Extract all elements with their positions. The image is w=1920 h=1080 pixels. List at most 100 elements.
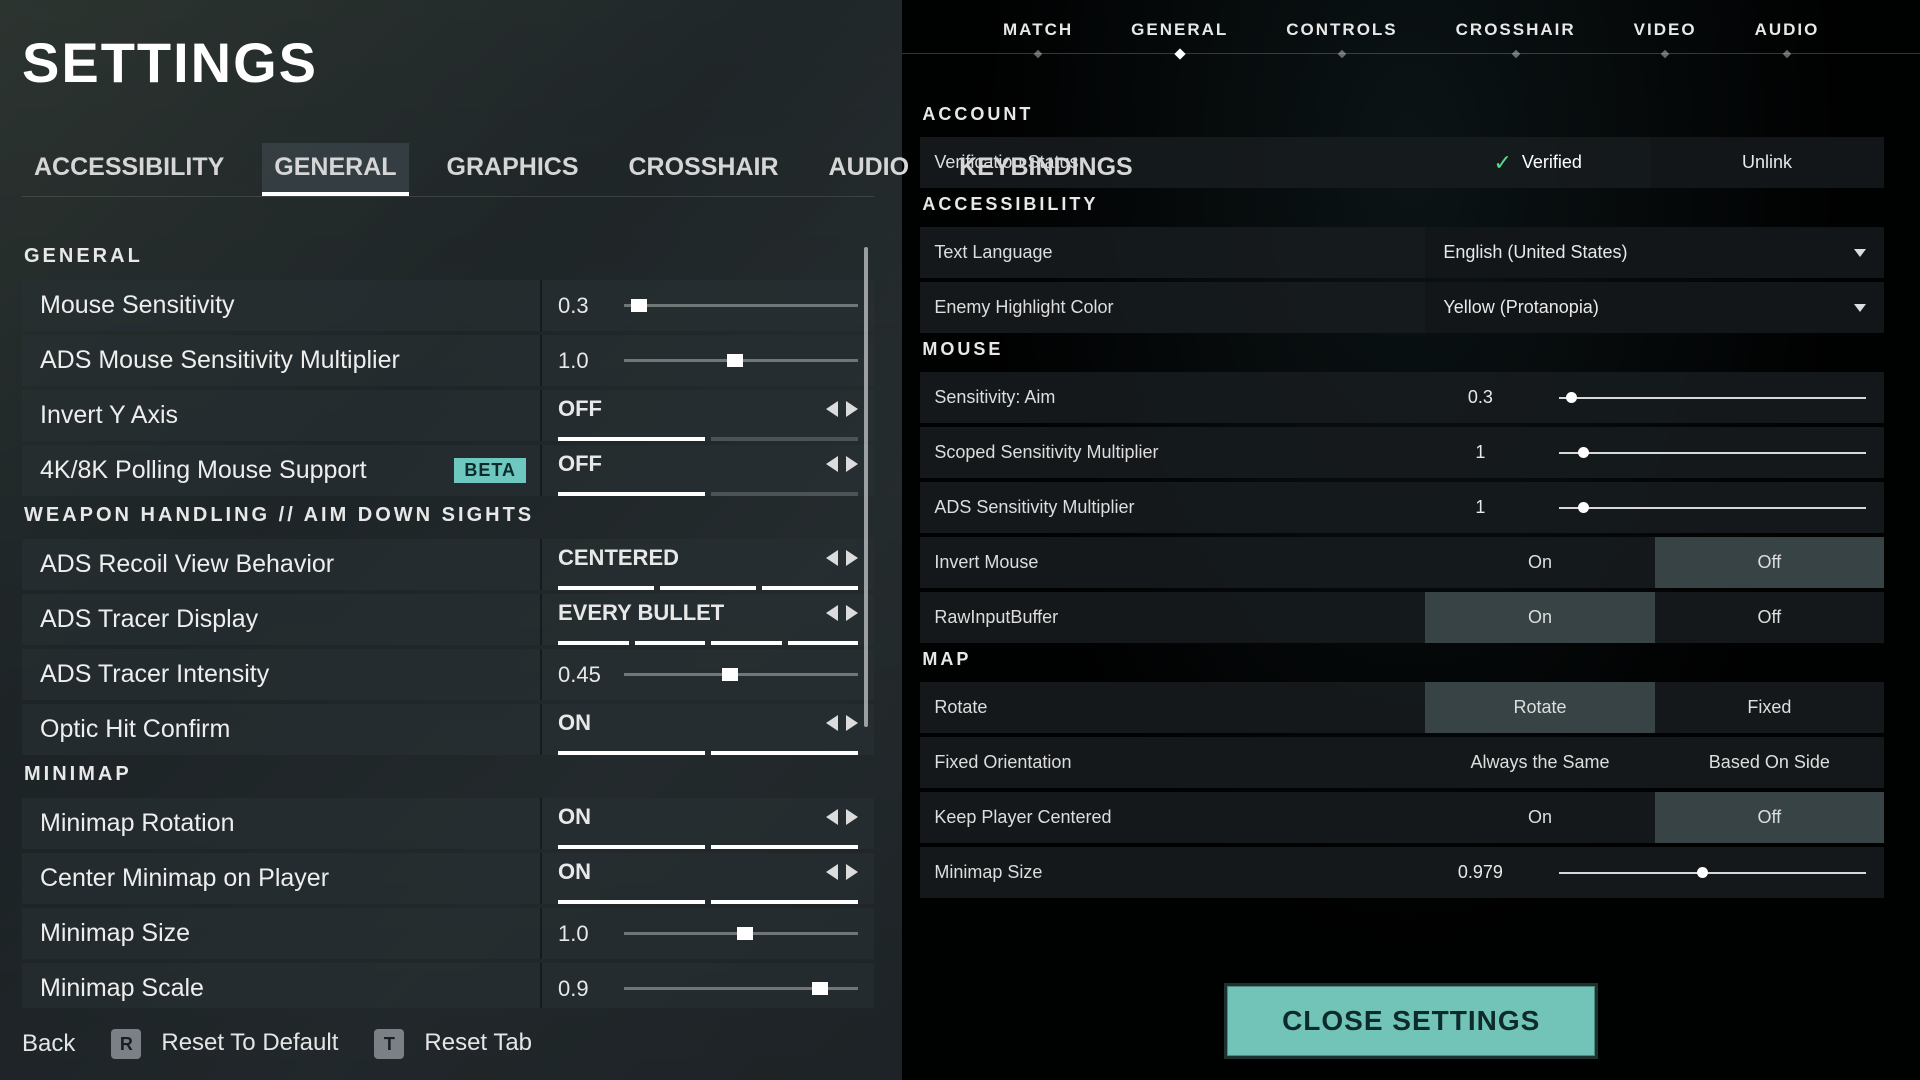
- slider[interactable]: 1.0: [542, 908, 874, 959]
- setting-row: Enemy Highlight ColorYellow (Protanopia): [920, 282, 1884, 333]
- chevron-left-icon[interactable]: [826, 715, 838, 731]
- slider[interactable]: 0.3: [1425, 387, 1884, 408]
- left-panel: SETTINGS ACCESSIBILITY GENERAL GRAPHICS CRO…: [0, 0, 902, 1080]
- section-header: MINIMAP: [24, 763, 874, 786]
- chevron-right-icon[interactable]: [846, 401, 858, 417]
- chevron-right-icon[interactable]: [846, 550, 858, 566]
- right-tab-video[interactable]: VIDEO: [1634, 20, 1697, 53]
- setting-row: ADS Sensitivity Multiplier1: [920, 482, 1884, 533]
- slider[interactable]: 1: [1425, 497, 1884, 518]
- option-cycler[interactable]: ON: [542, 798, 874, 849]
- section-header: ACCOUNT: [922, 104, 1884, 125]
- option-button[interactable]: On: [1425, 537, 1654, 588]
- slider[interactable]: 1.0: [542, 335, 874, 386]
- chevron-left-icon[interactable]: [826, 401, 838, 417]
- option-button[interactable]: Always the Same: [1425, 737, 1654, 788]
- left-tab-general[interactable]: GENERAL: [262, 143, 408, 196]
- right-tab-audio[interactable]: AUDIO: [1755, 20, 1820, 53]
- chevron-left-icon[interactable]: [826, 550, 838, 566]
- button-group: OnOff: [1425, 537, 1884, 588]
- left-tab-audio[interactable]: AUDIO: [817, 143, 922, 196]
- close-settings-button[interactable]: CLOSE SETTINGS: [1227, 986, 1595, 1056]
- setting-label: Minimap Rotation: [22, 798, 542, 849]
- dropdown[interactable]: English (United States): [1425, 227, 1884, 278]
- key-t: T: [374, 1029, 404, 1059]
- setting-row: 4K/8K Polling Mouse SupportBETAOFF: [22, 445, 874, 496]
- chevron-right-icon[interactable]: [846, 715, 858, 731]
- button-group: RotateFixed: [1425, 682, 1884, 733]
- page-title: SETTINGS: [22, 30, 874, 95]
- slider[interactable]: 0.45: [542, 649, 874, 700]
- dropdown[interactable]: Yellow (Protanopia): [1425, 282, 1884, 333]
- slider[interactable]: 0.3: [542, 280, 874, 331]
- option-cycler[interactable]: ON: [542, 704, 874, 755]
- option-button[interactable]: Off: [1655, 792, 1884, 843]
- setting-row: Keep Player CenteredOnOff: [920, 792, 1884, 843]
- setting-label: ADS Tracer Display: [22, 594, 542, 645]
- check-icon: ✓: [1493, 150, 1511, 176]
- chevron-left-icon[interactable]: [826, 809, 838, 825]
- chevron-right-icon[interactable]: [846, 809, 858, 825]
- beta-badge: BETA: [454, 458, 526, 483]
- setting-label: Minimap Size: [22, 908, 542, 959]
- option-button[interactable]: On: [1425, 592, 1654, 643]
- option-cycler[interactable]: CENTERED: [542, 539, 874, 590]
- setting-row: RawInputBufferOnOff: [920, 592, 1884, 643]
- slider[interactable]: 0.9: [542, 963, 874, 1008]
- setting-label: Rotate: [920, 697, 1425, 718]
- left-tab-keybindings[interactable]: KEYBINDINGS: [947, 143, 1145, 196]
- setting-label: Mouse Sensitivity: [22, 280, 542, 331]
- chevron-right-icon[interactable]: [846, 456, 858, 472]
- option-cycler[interactable]: ON: [542, 853, 874, 904]
- chevron-left-icon[interactable]: [826, 864, 838, 880]
- right-tab-controls[interactable]: CONTROLS: [1286, 20, 1397, 53]
- left-tab-graphics[interactable]: GRAPHICS: [435, 143, 591, 196]
- setting-label: Fixed Orientation: [920, 752, 1425, 773]
- setting-row: Sensitivity: Aim0.3: [920, 372, 1884, 423]
- setting-row: Invert Y AxisOFF: [22, 390, 874, 441]
- scrollbar[interactable]: [864, 247, 868, 727]
- verified-status: ✓Verified: [1425, 150, 1650, 176]
- option-button[interactable]: Based On Side: [1655, 737, 1884, 788]
- chevron-left-icon[interactable]: [826, 605, 838, 621]
- chevron-right-icon[interactable]: [846, 864, 858, 880]
- back-button[interactable]: Back: [22, 1030, 75, 1058]
- setting-row: Mouse Sensitivity0.3: [22, 280, 874, 331]
- reset-default-button[interactable]: R Reset To Default: [111, 1029, 338, 1060]
- option-button[interactable]: On: [1425, 792, 1654, 843]
- reset-tab-button[interactable]: T Reset Tab: [374, 1029, 532, 1060]
- option-button[interactable]: Fixed: [1655, 682, 1884, 733]
- option-button[interactable]: Off: [1655, 537, 1884, 588]
- setting-row: Minimap Scale0.9: [22, 963, 874, 1008]
- setting-label: Sensitivity: Aim: [920, 387, 1425, 408]
- setting-row: RotateRotateFixed: [920, 682, 1884, 733]
- option-cycler[interactable]: EVERY BULLET: [542, 594, 874, 645]
- setting-label: Center Minimap on Player: [22, 853, 542, 904]
- button-group: OnOff: [1425, 592, 1884, 643]
- slider[interactable]: 1: [1425, 442, 1884, 463]
- option-button[interactable]: Rotate: [1425, 682, 1654, 733]
- right-tab-match[interactable]: MATCH: [1003, 20, 1073, 53]
- setting-label: ADS Sensitivity Multiplier: [920, 497, 1425, 518]
- right-tab-crosshair[interactable]: CROSSHAIR: [1456, 20, 1576, 53]
- option-cycler[interactable]: OFF: [542, 390, 874, 441]
- button-group: OnOff: [1425, 792, 1884, 843]
- option-cycler[interactable]: OFF: [542, 445, 874, 496]
- setting-label: 4K/8K Polling Mouse SupportBETA: [22, 445, 542, 496]
- unlink-button[interactable]: Unlink: [1650, 137, 1884, 188]
- chevron-left-icon[interactable]: [826, 456, 838, 472]
- chevron-down-icon: [1854, 249, 1866, 257]
- left-tab-accessibility[interactable]: ACCESSIBILITY: [22, 143, 236, 196]
- setting-row: ADS Mouse Sensitivity Multiplier1.0: [22, 335, 874, 386]
- left-tab-crosshair[interactable]: CROSSHAIR: [617, 143, 791, 196]
- chevron-right-icon[interactable]: [846, 605, 858, 621]
- setting-row: Optic Hit ConfirmON: [22, 704, 874, 755]
- setting-label: Keep Player Centered: [920, 807, 1425, 828]
- section-header: WEAPON HANDLING // AIM DOWN SIGHTS: [24, 504, 874, 527]
- slider[interactable]: 0.979: [1425, 862, 1884, 883]
- setting-row: Scoped Sensitivity Multiplier1: [920, 427, 1884, 478]
- setting-row: Minimap Size1.0: [22, 908, 874, 959]
- option-button[interactable]: Off: [1655, 592, 1884, 643]
- section-header: ACCESSIBILITY: [922, 194, 1884, 215]
- right-tab-general[interactable]: GENERAL: [1131, 20, 1228, 53]
